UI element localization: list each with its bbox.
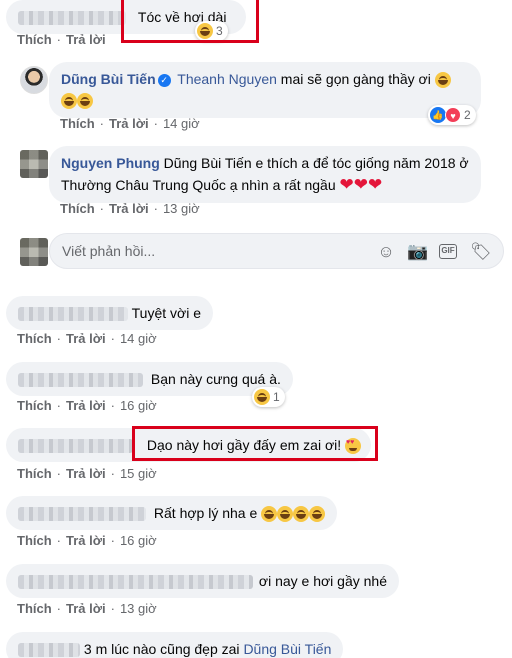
like-link[interactable]: Thích — [60, 201, 95, 216]
comment-bubble: Tuyệt vời e — [6, 296, 213, 330]
blurred-name — [18, 439, 133, 454]
like-link[interactable]: Thích — [17, 331, 52, 346]
timestamp[interactable]: 13 giờ — [120, 601, 157, 616]
highlight-box — [132, 426, 378, 461]
comment-actions: Thích · Trả lời · 16 giờ — [17, 533, 157, 548]
gif-icon[interactable]: GIF — [439, 244, 457, 259]
like-link[interactable]: Thích — [17, 32, 52, 47]
emoji-icon[interactable]: ☺ — [376, 242, 396, 262]
reply-link[interactable]: Trả lời — [109, 201, 149, 216]
reaction-summary[interactable]: 1 — [252, 387, 285, 407]
comment-text: Tuyệt vời e — [131, 305, 201, 321]
mention-link[interactable]: Dũng Bùi Tiến — [243, 641, 331, 657]
like-link[interactable]: Thích — [17, 601, 52, 616]
timestamp[interactable]: 15 giờ — [120, 466, 157, 481]
like-link[interactable]: Thích — [60, 116, 95, 131]
mention-link[interactable]: Theanh Nguyen — [177, 71, 277, 87]
author-name[interactable]: Nguyen Phung — [61, 155, 160, 171]
laughing-emoji-icon — [261, 506, 278, 523]
comment-text: 3 m lúc nào cũng đẹp zai — [83, 641, 240, 657]
comment-actions: Thích · Trả lời — [17, 32, 106, 47]
timestamp[interactable]: 16 giờ — [120, 533, 157, 548]
reply-bubble-dung: Dũng Bùi Tiến ✓ Theanh Nguyen mai sẽ gọn … — [49, 62, 481, 118]
reply-bubble-nguyen: Nguyen Phung Dũng Bùi Tiến e thích a để … — [49, 146, 481, 203]
blurred-name — [18, 507, 146, 522]
reply-text: mai sẽ gọn gàng thầy ơi — [280, 71, 431, 87]
comment-text: ơi nay e hơi gầy nhé — [258, 573, 387, 589]
reply-link[interactable]: Trả lời — [66, 32, 106, 47]
laughing-emoji-icon — [77, 93, 93, 110]
reply-link[interactable]: Trả lời — [66, 601, 106, 616]
comment-text: Rất hợp lý nha e — [153, 505, 258, 521]
reply-link[interactable]: Trả lời — [66, 533, 106, 548]
timestamp[interactable]: 14 giờ — [120, 331, 157, 346]
heart-icon: ❤ — [353, 175, 369, 194]
current-user-avatar — [20, 238, 48, 266]
reply-actions: Thích · Trả lời · 14 giờ — [60, 116, 200, 131]
heart-icon: ❤ — [368, 175, 383, 194]
blurred-name — [18, 11, 126, 26]
laughing-emoji-icon — [61, 93, 77, 110]
comment-actions: Thích · Trả lời · 14 giờ — [17, 331, 157, 346]
timestamp[interactable]: 16 giờ — [120, 398, 157, 413]
heart-icon: ❤ — [339, 175, 354, 194]
reaction-count: 1 — [273, 390, 280, 404]
blurred-name — [18, 373, 143, 388]
reply-link[interactable]: Trả lời — [109, 116, 149, 131]
reaction-count: 2 — [464, 108, 471, 122]
comment-bubble: ơi nay e hơi gầy nhé — [6, 564, 399, 598]
haha-icon — [254, 389, 270, 405]
verified-icon: ✓ — [157, 73, 171, 87]
sticker-icon[interactable]: 🏷 — [470, 242, 492, 262]
reply-link[interactable]: Trả lời — [66, 331, 106, 346]
timestamp[interactable]: 13 giờ — [163, 201, 200, 216]
reply-link[interactable]: Trả lời — [66, 398, 106, 413]
author-name[interactable]: Dũng Bùi Tiến — [61, 71, 156, 87]
reply-actions: Thích · Trả lời · 13 giờ — [60, 201, 200, 216]
blurred-name — [18, 643, 80, 658]
reply-input[interactable] — [62, 243, 362, 259]
like-link[interactable]: Thích — [17, 398, 52, 413]
comment-text: Bạn này cưng quá à. — [150, 371, 281, 387]
reply-box: ☺ 📷 GIF 🏷 — [49, 233, 504, 269]
blurred-name — [18, 307, 128, 322]
laughing-emoji-icon — [309, 506, 326, 523]
laughing-emoji-icon — [277, 506, 294, 523]
camera-icon[interactable]: 📷 — [407, 242, 428, 262]
blurred-name — [18, 575, 253, 590]
highlight-box — [121, 0, 259, 43]
love-icon: ♥ — [445, 107, 461, 123]
like-link[interactable]: Thích — [17, 533, 52, 548]
comment-actions: Thích · Trả lời · 16 giờ — [17, 398, 157, 413]
like-link[interactable]: Thích — [17, 466, 52, 481]
comment-bubble: Rất hợp lý nha e — [6, 496, 338, 530]
avatar[interactable] — [20, 150, 48, 178]
comment-actions: Thích · Trả lời · 15 giờ — [17, 466, 157, 481]
reply-link[interactable]: Trả lời — [66, 466, 106, 481]
like-icon: 👍 — [430, 107, 446, 123]
avatar[interactable] — [20, 66, 48, 94]
comment-bubble: 3 m lúc nào cũng đẹp zai Dũng Bùi Tiến — [6, 632, 344, 658]
comment-actions: Thích · Trả lời · 13 giờ — [17, 601, 157, 616]
laughing-emoji-icon — [293, 506, 310, 523]
reaction-summary[interactable]: 👍 ♥ 2 — [428, 105, 476, 125]
laughing-emoji-icon — [434, 72, 451, 89]
timestamp[interactable]: 14 giờ — [163, 116, 200, 131]
comment-bubble: Bạn này cưng quá à. — [6, 362, 293, 396]
